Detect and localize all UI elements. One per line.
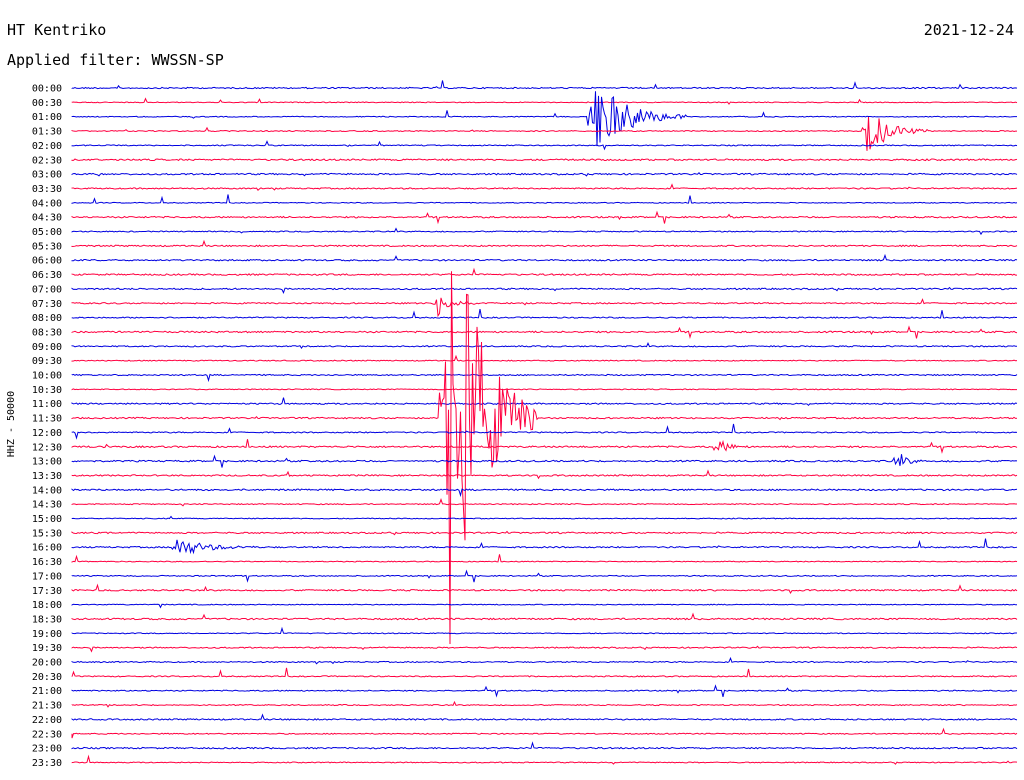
tick-label: 21:30 — [32, 701, 62, 712]
trace-line — [71, 286, 1018, 294]
trace-line — [71, 684, 1018, 698]
trace-line — [71, 741, 1018, 750]
trace-line — [71, 612, 1018, 621]
trace-line — [71, 469, 1018, 480]
tick-label: 16:00 — [32, 543, 62, 554]
tick-label: 22:30 — [32, 729, 62, 740]
trace-line — [71, 515, 1018, 520]
trace-line — [71, 554, 1018, 563]
trace-line — [71, 172, 1018, 177]
trace-line — [71, 140, 1018, 151]
tick-label: 08:30 — [32, 327, 62, 338]
tick-label: 10:00 — [32, 371, 62, 382]
trace-line — [71, 397, 1018, 407]
tick-label: 00:00 — [32, 84, 62, 95]
trace-line — [71, 656, 1018, 665]
trace-line — [71, 183, 1018, 191]
tick-label: 14:00 — [32, 485, 62, 496]
trace-line — [71, 538, 1018, 555]
tick-label: 05:00 — [32, 227, 62, 238]
trace-line — [71, 267, 1018, 276]
tick-label: 11:30 — [32, 414, 62, 425]
trace-line — [71, 194, 1018, 204]
trace-line — [71, 569, 1018, 583]
trace-line — [71, 239, 1018, 248]
tick-label: 04:30 — [32, 213, 62, 224]
tick-label: 16:30 — [32, 557, 62, 568]
tick-label: 12:30 — [32, 442, 62, 453]
tick-label: 22:00 — [32, 715, 62, 726]
tick-label: 11:00 — [32, 399, 62, 410]
tick-label: 15:00 — [32, 514, 62, 525]
trace-line — [71, 373, 1018, 383]
tick-label: 18:00 — [32, 600, 62, 611]
trace-line — [71, 488, 1018, 498]
tick-label: 06:00 — [32, 256, 62, 267]
tick-label: 09:00 — [32, 342, 62, 353]
tick-label: 23:00 — [32, 744, 62, 755]
tick-label: 17:00 — [32, 571, 62, 582]
tick-label: 10:30 — [32, 385, 62, 396]
trace-line — [71, 253, 1018, 262]
tick-label: 03:30 — [32, 184, 62, 195]
tick-label: 05:30 — [32, 241, 62, 252]
tick-label: 03:00 — [32, 170, 62, 181]
tick-label: 13:00 — [32, 457, 62, 468]
tick-label: 07:30 — [32, 299, 62, 310]
tick-label: 23:30 — [32, 758, 62, 769]
tick-label: 00:30 — [32, 98, 62, 109]
trace-line — [71, 645, 1018, 653]
trace-line — [71, 388, 1018, 391]
tick-label: 02:00 — [32, 141, 62, 152]
tick-label: 15:30 — [32, 528, 62, 539]
tick-label: 01:00 — [32, 112, 62, 123]
tick-label: 08:00 — [32, 313, 62, 324]
tick-label: 20:30 — [32, 672, 62, 683]
tick-label: 13:30 — [32, 471, 62, 482]
trace-line — [71, 583, 1018, 594]
trace-line — [71, 713, 1018, 721]
tick-label: 07:00 — [32, 284, 62, 295]
tick-label: 19:30 — [32, 643, 62, 654]
tick-label: 06:30 — [32, 270, 62, 281]
trace-line — [71, 754, 1018, 765]
helicorder-plot: 00:00 00:30 01:00 01:30 02:00 02:30 03:00 03:30… — [32, 80, 1018, 769]
trace-line — [71, 603, 1018, 609]
tick-label: 19:00 — [32, 629, 62, 640]
trace-line — [71, 498, 1018, 507]
tick-label: 21:00 — [32, 686, 62, 697]
tick-label: 17:30 — [32, 586, 62, 597]
tick-label: 02:30 — [32, 155, 62, 166]
trace-line — [71, 227, 1018, 236]
trace-line — [71, 423, 1018, 440]
trace-line — [71, 454, 1018, 468]
trace-line — [71, 700, 1018, 708]
trace-line — [71, 727, 1018, 739]
trace-line — [71, 210, 1018, 225]
tick-label: 20:00 — [32, 658, 62, 669]
trace-line — [71, 530, 1018, 536]
trace-line — [71, 342, 1018, 350]
trace-line — [71, 439, 1018, 454]
trace-line — [71, 667, 1018, 678]
trace-line — [71, 97, 1018, 105]
trace-line — [71, 325, 1018, 340]
trace-line — [71, 309, 1018, 319]
tick-label: 01:30 — [32, 127, 62, 138]
trace-line — [71, 626, 1018, 635]
trace-line — [71, 297, 1018, 318]
trace-line — [71, 80, 1018, 90]
tick-label: 09:30 — [32, 356, 62, 367]
tick-label: 14:30 — [32, 500, 62, 511]
tick-label: 04:00 — [32, 198, 62, 209]
trace-line — [71, 158, 1018, 162]
tick-label: 12:00 — [32, 428, 62, 439]
trace-line — [71, 354, 1018, 362]
tick-label: 18:30 — [32, 614, 62, 625]
